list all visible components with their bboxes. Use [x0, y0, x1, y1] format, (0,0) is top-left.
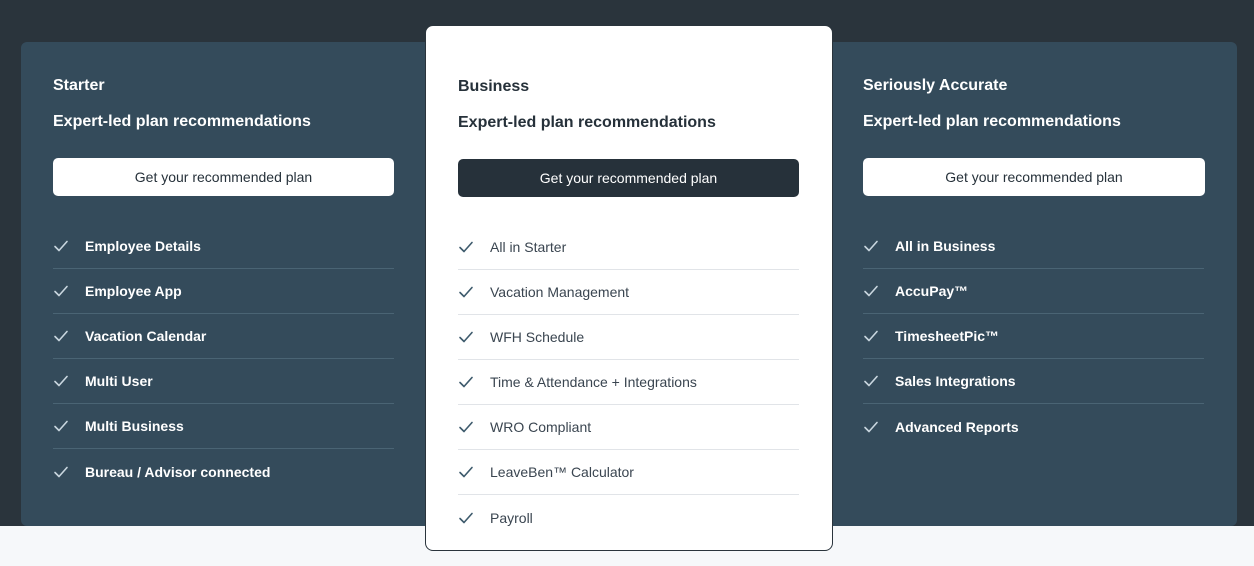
feature-item: LeaveBen™ Calculator: [458, 450, 799, 495]
feature-item: TimesheetPic™: [863, 314, 1204, 359]
check-icon: [863, 238, 879, 254]
feature-label: All in Starter: [490, 239, 567, 255]
feature-item: WRO Compliant: [458, 405, 799, 450]
check-icon: [53, 464, 69, 480]
feature-label: TimesheetPic™: [895, 328, 1000, 344]
feature-item: Multi User: [53, 359, 394, 404]
feature-label: Vacation Calendar: [85, 328, 207, 344]
feature-label: Multi Business: [85, 418, 184, 434]
feature-item: Advanced Reports: [863, 404, 1204, 449]
feature-list: All in Business AccuPay™ TimesheetPic™ S…: [863, 224, 1204, 449]
feature-item: Time & Attendance + Integrations: [458, 360, 799, 405]
check-icon: [458, 239, 474, 255]
check-icon: [458, 464, 474, 480]
check-icon: [863, 419, 879, 435]
feature-item: Bureau / Advisor connected: [53, 449, 394, 494]
check-icon: [458, 329, 474, 345]
feature-label: WRO Compliant: [490, 419, 592, 435]
plan-card-seriously-accurate: Seriously Accurate Expert-led plan recom…: [831, 42, 1237, 449]
feature-label: WFH Schedule: [490, 329, 585, 345]
plan-subtitle: Expert-led plan recommendations: [53, 113, 311, 130]
check-icon: [863, 373, 879, 389]
plan-card-starter: Starter Expert-led plan recommendations …: [21, 42, 427, 494]
plan-name: Business: [458, 78, 530, 95]
feature-label: Time & Attendance + Integrations: [490, 374, 697, 390]
feature-list: All in Starter Vacation Management WFH S…: [458, 225, 799, 540]
plan-subtitle: Expert-led plan recommendations: [458, 114, 716, 131]
feature-label: LeaveBen™ Calculator: [490, 464, 634, 480]
feature-item: Payroll: [458, 495, 799, 540]
feature-label: Vacation Management: [490, 284, 630, 300]
check-icon: [458, 374, 474, 390]
feature-item: Multi Business: [53, 404, 394, 449]
feature-item: WFH Schedule: [458, 315, 799, 360]
feature-label: Sales Integrations: [895, 373, 1016, 389]
check-icon: [53, 373, 69, 389]
check-icon: [458, 510, 474, 526]
get-recommended-plan-button[interactable]: Get your recommended plan: [863, 158, 1205, 196]
get-recommended-plan-button[interactable]: Get your recommended plan: [458, 159, 799, 197]
check-icon: [458, 284, 474, 300]
check-icon: [53, 283, 69, 299]
get-recommended-plan-button[interactable]: Get your recommended plan: [53, 158, 394, 196]
feature-label: AccuPay™: [895, 283, 969, 299]
feature-item: Vacation Calendar: [53, 314, 394, 359]
feature-item: All in Business: [863, 224, 1204, 269]
feature-item: Employee Details: [53, 224, 394, 269]
plan-card-business: Business Expert-led plan recommendations…: [425, 25, 833, 551]
check-icon: [863, 328, 879, 344]
plan-name: Seriously Accurate: [863, 77, 1008, 94]
feature-label: Employee Details: [85, 238, 201, 254]
check-icon: [863, 283, 879, 299]
feature-item: Sales Integrations: [863, 359, 1204, 404]
feature-label: Employee App: [85, 283, 182, 299]
feature-label: Bureau / Advisor connected: [85, 463, 271, 480]
feature-label: Advanced Reports: [895, 418, 1019, 435]
feature-item: Employee App: [53, 269, 394, 314]
plan-name: Starter: [53, 77, 105, 94]
feature-label: Multi User: [85, 373, 153, 389]
feature-item: All in Starter: [458, 225, 799, 270]
feature-item: Vacation Management: [458, 270, 799, 315]
plan-subtitle: Expert-led plan recommendations: [863, 113, 1121, 130]
check-icon: [458, 419, 474, 435]
check-icon: [53, 238, 69, 254]
feature-label: Payroll: [490, 509, 533, 526]
feature-item: AccuPay™: [863, 269, 1204, 314]
check-icon: [53, 418, 69, 434]
check-icon: [53, 328, 69, 344]
feature-label: All in Business: [895, 238, 996, 254]
feature-list: Employee Details Employee App Vacation C…: [53, 224, 394, 494]
